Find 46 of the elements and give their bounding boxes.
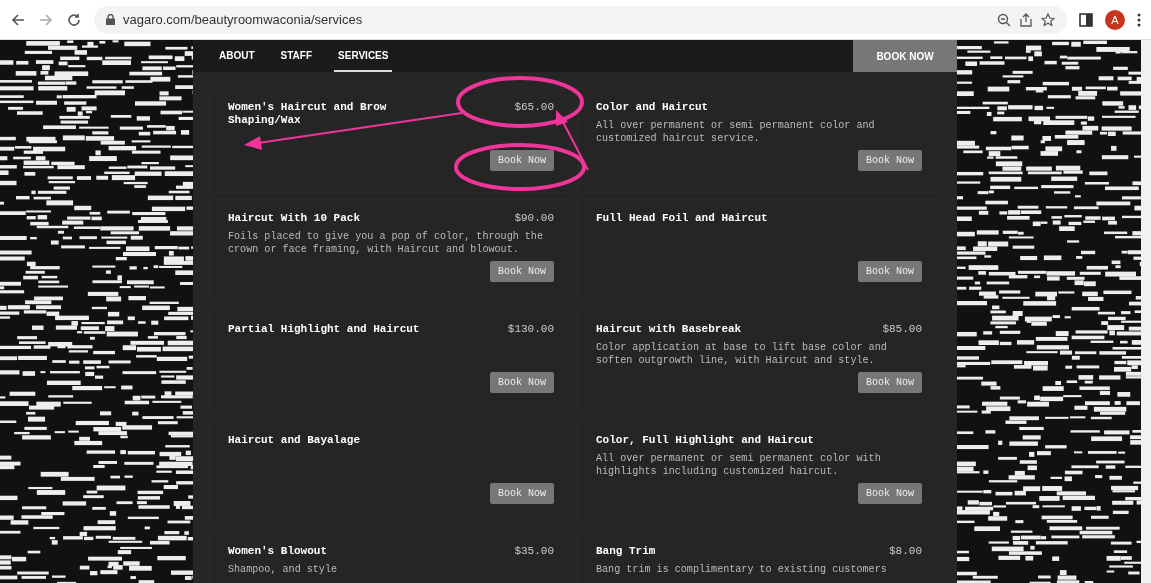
service-price: $65.00 [514, 101, 554, 115]
service-name: Haircut with Basebreak [596, 323, 742, 336]
share-icon[interactable] [1019, 12, 1033, 27]
service-name: Color and Haircut [596, 101, 709, 114]
service-name: Color, Full Highlight and Haircut [596, 434, 814, 447]
lock-icon [106, 14, 115, 25]
book-now-button[interactable]: Book Now [858, 483, 922, 504]
book-now-button[interactable]: Book Now [490, 483, 554, 504]
service-name: Bang Trim [596, 545, 656, 558]
book-now-button[interactable]: Book Now [858, 372, 922, 393]
book-now-button[interactable]: Book Now [490, 261, 554, 282]
service-description: Bang trim is complimentary to existing customers [596, 563, 888, 576]
service-name: Haircut With 10 Pack [228, 212, 361, 225]
book-now-button[interactable]: BOOK NOW [853, 40, 957, 72]
book-now-button[interactable]: Book Now [490, 372, 554, 393]
service-description: Foils placed to give you a pop of color, through the crown or face framing, with Haircut and blowout. [228, 230, 544, 256]
scrollbar[interactable] [1141, 40, 1151, 583]
nav-tab[interactable]: ABOUT [215, 40, 259, 72]
book-now-button[interactable]: Book Now [858, 150, 922, 171]
service-name: Partial Highlight and Haircut [228, 323, 420, 336]
service-price: $130.00 [507, 323, 554, 336]
service-description: Shampoo, and style [228, 563, 339, 576]
service-name: Haircut and Bayalage [228, 434, 361, 447]
profile-avatar[interactable]: A [1105, 9, 1125, 30]
back-icon[interactable] [10, 11, 26, 28]
service-description: Color application at base to lift base color and soften outgrowth line, with Haircut and style. [596, 341, 888, 367]
service-name: Women's Haircut and Brow Shaping/Wax [228, 101, 388, 127]
service-name: Full Head Foil and Haircut [596, 212, 768, 225]
star-icon[interactable] [1041, 12, 1055, 27]
service-price: $85.00 [882, 323, 922, 336]
annotation-arrow [556, 110, 589, 171]
nav-tab[interactable]: SERVICES [334, 40, 393, 72]
sidebar-icon[interactable] [1079, 12, 1093, 27]
nav-tab[interactable]: STAFF [276, 40, 317, 72]
service-description: All over permanent or semi permanent color with highlights including customized haircut. [596, 452, 882, 478]
service-price: $8.00 [889, 545, 922, 558]
zoom-icon[interactable] [997, 12, 1011, 27]
service-name: Women's Blowout [228, 545, 328, 558]
service-price: $90.00 [514, 212, 554, 225]
book-now-button[interactable]: Book Now [490, 150, 554, 171]
book-now-button[interactable]: Book Now [858, 261, 922, 282]
menu-icon[interactable] [1137, 12, 1141, 27]
address-bar[interactable]: vagaro.com/beautyroomwaconia/services [94, 5, 1067, 34]
reload-icon[interactable] [66, 11, 82, 28]
service-description: All over permanent or semi permanent color and customized haircut service. [596, 119, 876, 145]
service-price: $35.00 [514, 545, 554, 558]
